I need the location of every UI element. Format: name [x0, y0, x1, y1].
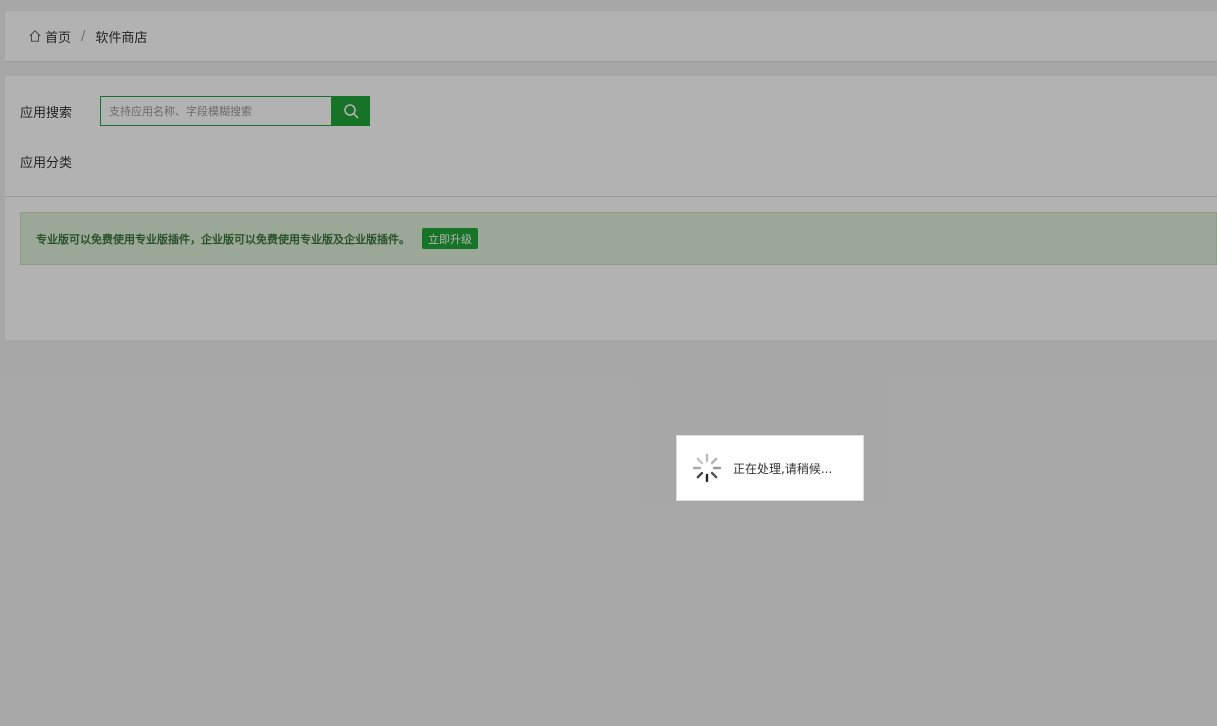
loading-dialog: 正在处理,请稍候...	[676, 435, 864, 501]
loading-text: 正在处理,请稍候...	[733, 461, 833, 476]
software-store-page: 首页 / 软件商店 应用搜索 应用分类 专业版可以免费使用专业版插件，企业版可以…	[0, 0, 1217, 726]
modal-overlay	[0, 0, 1217, 726]
spinner-icon	[692, 453, 722, 483]
